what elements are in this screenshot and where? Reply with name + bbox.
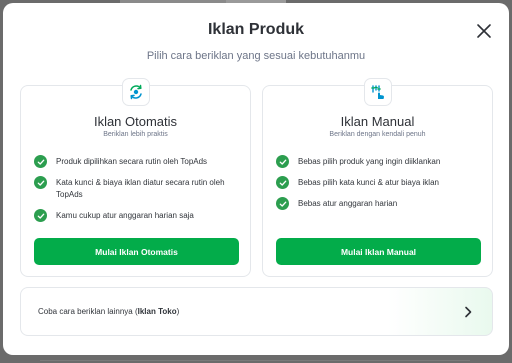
card-description: Beriklan lebih praktis <box>103 131 168 138</box>
feature-list: Bebas pilih produk yang ingin diiklankan… <box>276 155 484 219</box>
start-auto-ads-button[interactable]: Mulai Iklan Otomatis <box>34 238 239 265</box>
check-icon <box>276 197 289 210</box>
background-divider <box>40 360 470 361</box>
other-option-highlight: Iklan Toko <box>137 307 177 316</box>
card-title: Iklan Manual <box>340 114 415 129</box>
feature-item: Kata kunci & biaya iklan diatur secara r… <box>34 176 242 201</box>
manual-control-icon <box>364 78 392 106</box>
feature-text: Produk dipilihkan secara rutin oleh TopA… <box>56 157 208 166</box>
feature-text: Kamu cukup atur anggaran harian saja <box>56 211 194 220</box>
feature-text: Kata kunci & biaya iklan diatur secara r… <box>56 178 225 199</box>
manual-ads-card: Iklan Manual Beriklan dengan kendali pen… <box>262 78 493 277</box>
feature-text: Bebas pilih produk yang ingin diiklankan <box>298 157 441 166</box>
card-description: Beriklan dengan kendali penuh <box>329 131 426 138</box>
check-icon <box>34 176 47 189</box>
modal-title: Iklan Produk <box>207 21 305 38</box>
feature-text: Bebas atur anggaran harian <box>298 199 398 208</box>
other-option-suffix: ) <box>176 307 180 316</box>
feature-item: Bebas atur anggaran harian <box>276 197 484 210</box>
auto-sync-icon <box>122 78 150 106</box>
check-icon <box>34 209 47 222</box>
other-option-text: Coba cara beriklan lainnya (Iklan Toko) <box>38 307 179 316</box>
close-button[interactable] <box>475 22 493 40</box>
modal-subtitle: Pilih cara beriklan yang sesuai kebutuha… <box>146 50 366 62</box>
close-icon <box>477 24 491 38</box>
start-manual-ads-button[interactable]: Mulai Iklan Manual <box>276 238 481 265</box>
try-shop-ads-row[interactable]: Coba cara beriklan lainnya (Iklan Toko) <box>20 287 493 336</box>
ad-type-modal: Iklan Produk Pilih cara beriklan yang se… <box>3 3 509 355</box>
chevron-right-icon <box>465 306 472 318</box>
feature-item: Produk dipilihkan secara rutin oleh TopA… <box>34 155 242 168</box>
feature-text: Bebas pilih kata kunci & atur biaya ikla… <box>298 178 439 187</box>
feature-item: Kamu cukup atur anggaran harian saja <box>34 209 242 222</box>
check-icon <box>276 155 289 168</box>
auto-ads-card: Iklan Otomatis Beriklan lebih praktis Pr… <box>20 78 251 277</box>
feature-list: Produk dipilihkan secara rutin oleh TopA… <box>34 155 242 231</box>
feature-item: Bebas pilih produk yang ingin diiklankan <box>276 155 484 168</box>
card-title: Iklan Otomatis <box>93 114 178 129</box>
other-option-prefix: Coba cara beriklan lainnya ( <box>38 307 138 316</box>
check-icon <box>276 176 289 189</box>
check-icon <box>34 155 47 168</box>
feature-item: Bebas pilih kata kunci & atur biaya ikla… <box>276 176 484 189</box>
